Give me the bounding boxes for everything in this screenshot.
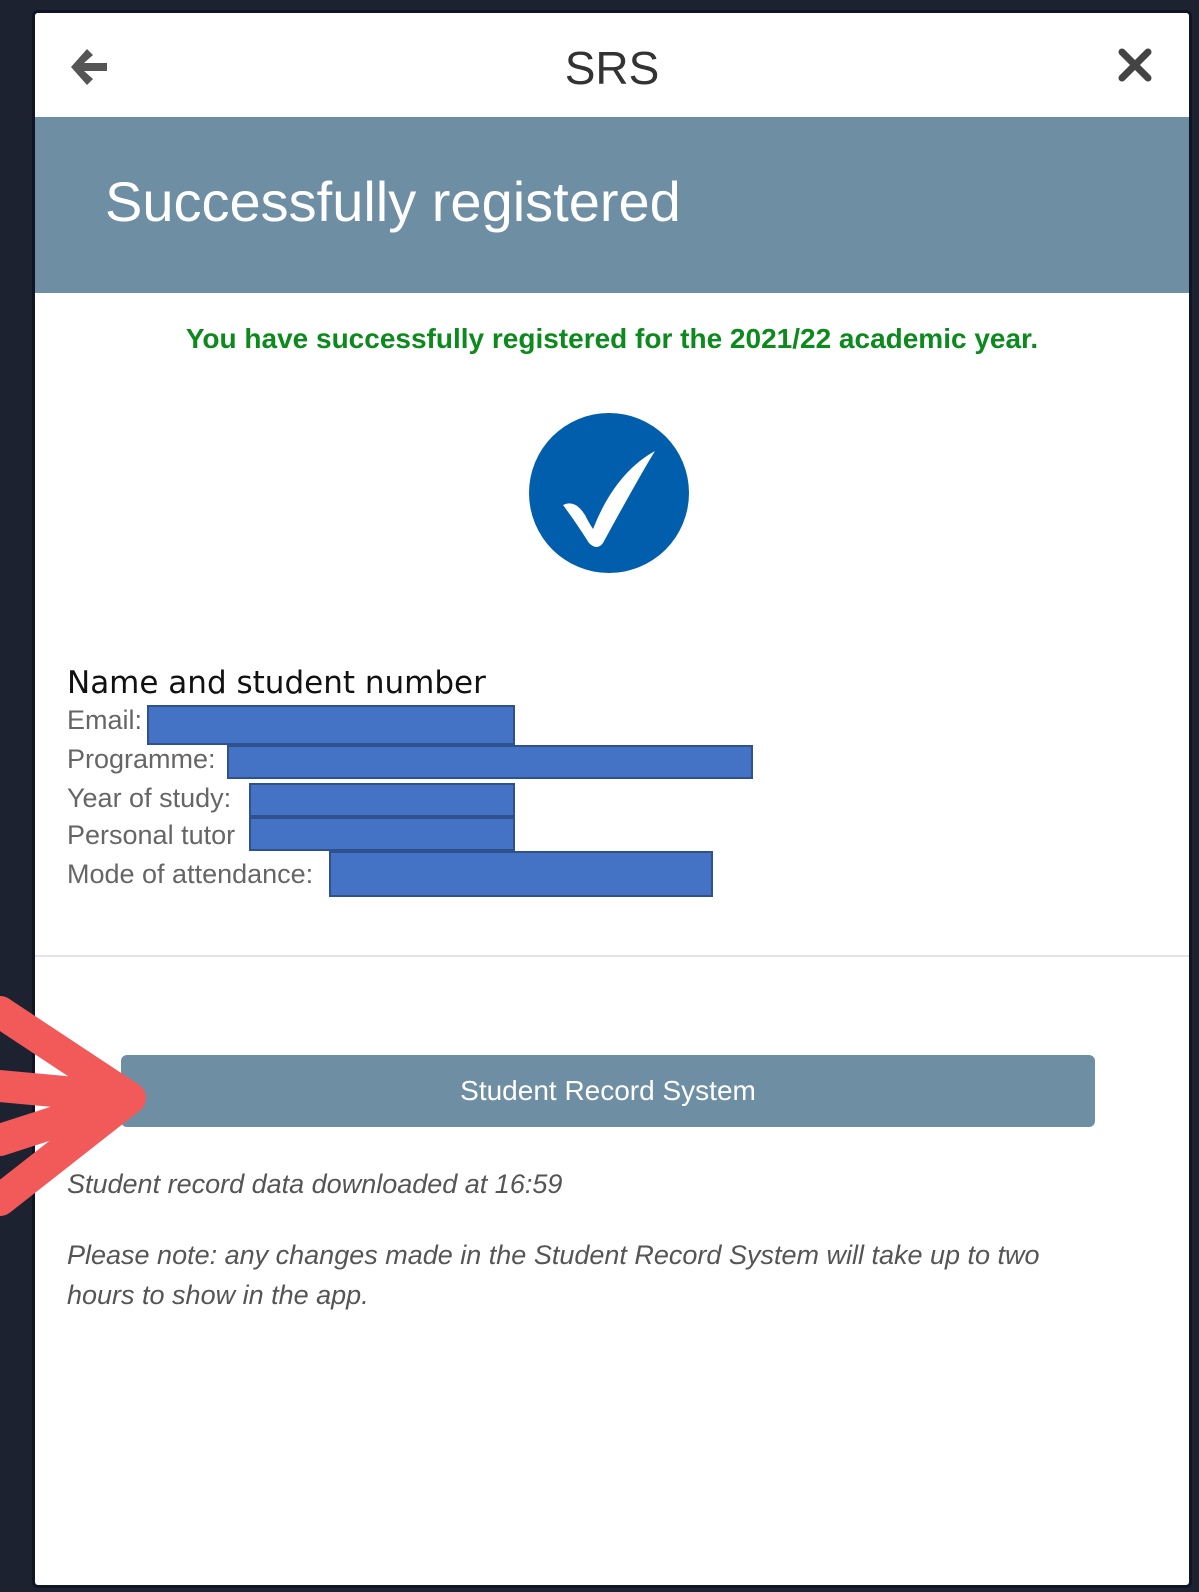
checkmark-circle-icon — [529, 413, 689, 573]
student-name-number: Name and student number — [67, 665, 486, 701]
top-bar: SRS — [35, 13, 1189, 117]
close-button[interactable] — [1111, 41, 1159, 89]
student-record-system-button[interactable]: Student Record System — [121, 1055, 1095, 1127]
srs-modal: SRS Successfully registered You have suc… — [32, 10, 1192, 1588]
mode-of-attendance-redaction — [329, 851, 713, 897]
email-label: Email: — [67, 705, 143, 735]
year-of-study-redaction — [249, 783, 515, 817]
close-icon — [1118, 48, 1152, 82]
section-divider — [35, 955, 1189, 957]
programme-label: Programme: — [67, 744, 216, 774]
sync-delay-note: Please note: any changes made in the Stu… — [67, 1240, 1040, 1310]
status-banner: Successfully registered — [35, 117, 1189, 293]
mode-of-attendance-label: Mode of attendance: — [67, 859, 314, 889]
email-redaction — [147, 705, 515, 745]
programme-redaction — [227, 745, 753, 779]
year-of-study-label: Year of study: — [67, 783, 232, 813]
personal-tutor-redaction — [249, 817, 515, 851]
annotation-arrow-icon — [0, 996, 146, 1216]
success-message: You have successfully registered for the… — [185, 323, 1039, 354]
banner-title: Successfully registered — [105, 170, 681, 233]
app-title: SRS — [564, 42, 660, 94]
personal-tutor-label: Personal tutor — [67, 820, 236, 850]
